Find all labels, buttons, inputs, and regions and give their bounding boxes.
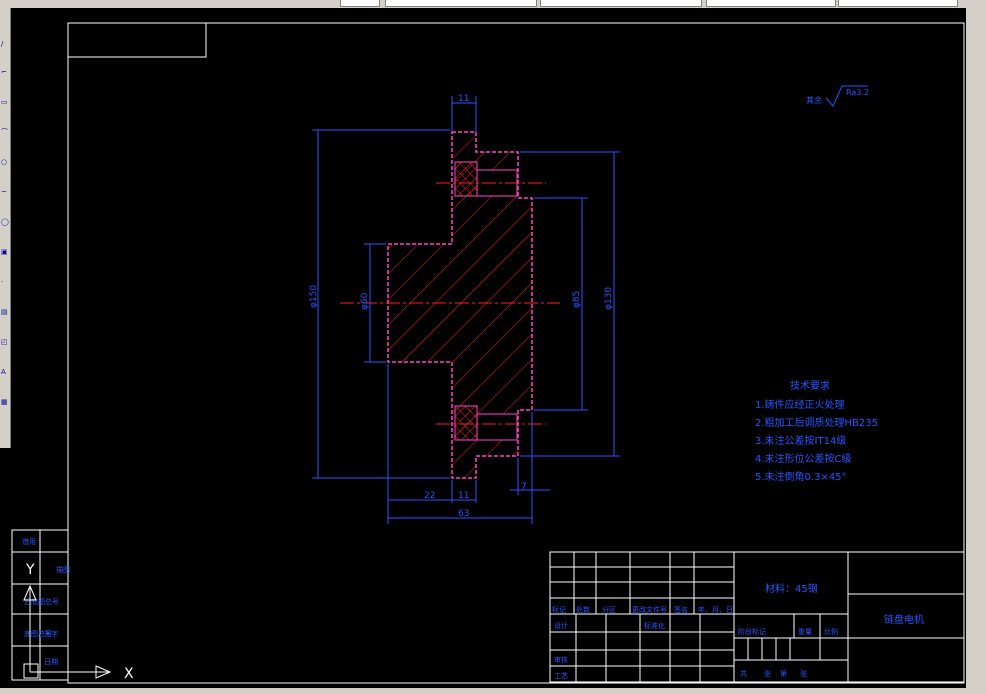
svg-text:2.粗加工后调质处理HB235: 2.粗加工后调质处理HB235 xyxy=(755,417,878,429)
svg-text:张: 张 xyxy=(764,669,771,678)
svg-text:审核: 审核 xyxy=(554,655,568,664)
svg-text:11: 11 xyxy=(458,94,469,104)
title-block-texts: 材料：45钢 链盘电机 标记 处数 分区 更改文件号 签名 年、月、日 设计 审… xyxy=(552,582,924,680)
svg-text:借用: 借用 xyxy=(22,537,36,546)
svg-text:共: 共 xyxy=(740,669,747,678)
svg-text:设计: 设计 xyxy=(554,621,568,630)
svg-text:旧底图总号: 旧底图总号 xyxy=(24,597,59,606)
corner-table-texts: 借用 描图 旧底图总号 底图总号 签字 日期 xyxy=(22,537,70,666)
svg-text:链盘电机: 链盘电机 xyxy=(884,613,924,626)
svg-text:3.未注公差按IT14级: 3.未注公差按IT14级 xyxy=(755,434,846,447)
svg-text:更改文件号: 更改文件号 xyxy=(632,605,667,614)
svg-text:1.铸件应经正火处理: 1.铸件应经正火处理 xyxy=(755,398,845,411)
svg-text:阶段标记: 阶段标记 xyxy=(738,627,766,636)
svg-text:其余: 其余 xyxy=(806,95,822,105)
ucs-x-label: X xyxy=(124,666,134,682)
svg-text:签名: 签名 xyxy=(674,605,688,614)
top-left-code-box xyxy=(67,22,207,58)
svg-text:年、月、日: 年、月、日 xyxy=(698,605,733,614)
svg-text:φ150: φ150 xyxy=(309,285,319,308)
svg-text:工艺: 工艺 xyxy=(554,672,568,680)
svg-text:重量: 重量 xyxy=(798,628,812,636)
roughness-symbol: 其余 Ra3.2 xyxy=(806,85,869,107)
svg-text:Ra3.2: Ra3.2 xyxy=(846,88,869,97)
svg-text:φ85: φ85 xyxy=(572,291,582,308)
drawing-canvas[interactable]: 其余 Ra3.2 11 φ150 φ60 φ85 φ130 22 11 7 63… xyxy=(0,0,966,688)
svg-text:张: 张 xyxy=(800,669,807,678)
svg-text:技术要求: 技术要求 xyxy=(790,379,830,392)
svg-text:22: 22 xyxy=(424,491,435,501)
svg-text:材料：45钢: 材料：45钢 xyxy=(765,582,818,595)
svg-text:63: 63 xyxy=(458,509,469,519)
svg-text:φ60: φ60 xyxy=(360,292,370,310)
svg-text:标准化: 标准化 xyxy=(644,621,665,630)
vertical-scrollbar[interactable] xyxy=(966,8,986,688)
svg-text:描图: 描图 xyxy=(56,565,70,574)
svg-text:11: 11 xyxy=(458,491,469,501)
part-section-view xyxy=(340,131,560,479)
horizontal-scrollbar[interactable] xyxy=(0,688,986,694)
svg-text:日期: 日期 xyxy=(44,658,58,666)
svg-text:处数: 处数 xyxy=(576,605,590,614)
bolt-hole-bottom xyxy=(454,405,478,441)
svg-text:分区: 分区 xyxy=(602,605,616,614)
svg-text:4.未注形位公差按C级: 4.未注形位公差按C级 xyxy=(755,452,852,465)
svg-text:7: 7 xyxy=(521,482,527,492)
ucs-y-label: Y xyxy=(25,562,35,578)
svg-text:第: 第 xyxy=(780,669,787,678)
bolt-hole-top xyxy=(454,161,478,197)
svg-text:比例: 比例 xyxy=(824,627,838,636)
technical-requirements: 技术要求 1.铸件应经正火处理 2.粗加工后调质处理HB235 3.未注公差按I… xyxy=(755,379,878,483)
svg-text:5.未注倒角0.3×45°: 5.未注倒角0.3×45° xyxy=(755,470,847,483)
bolt-bore-bottom xyxy=(476,413,518,441)
svg-text:φ130: φ130 xyxy=(604,287,614,310)
svg-text:签字: 签字 xyxy=(44,629,58,638)
svg-text:标记: 标记 xyxy=(552,605,566,614)
